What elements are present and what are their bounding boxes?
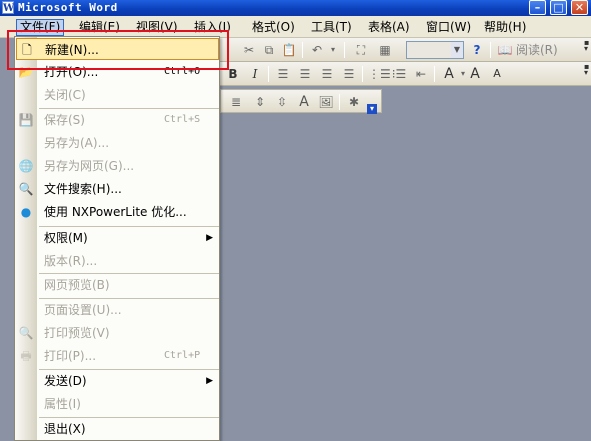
insert-picture-icon[interactable]: 🖼: [317, 94, 335, 110]
save-icon: 💾: [18, 113, 34, 127]
align-center-icon[interactable]: ☰: [296, 66, 314, 82]
menu-item-label: 文件搜索(H)...: [44, 182, 122, 196]
menu-item-close[interactable]: 关闭(C): [16, 84, 219, 106]
menu-window[interactable]: 窗口(W): [423, 19, 474, 36]
toolbar-options-icon[interactable]: ▪ ▾: [584, 39, 590, 60]
print-preview-icon: 🔍: [18, 326, 34, 340]
minimize-button[interactable]: –: [529, 0, 546, 15]
formatting-toolbar: B I ☰ ☰ ☰ ☰ ⋮☰ ⁝☰ ⇤ A ▾ A A ▪ ▾: [220, 62, 591, 86]
insert-table-icon[interactable]: ▦: [376, 42, 394, 58]
menu-item-label: 保存(S): [44, 113, 85, 127]
title-bar: W Microsoft Word – □ ✕: [0, 0, 591, 16]
grow-font-icon[interactable]: A: [466, 66, 484, 82]
menu-item-save-as-web[interactable]: 🌐 另存为网页(G)...: [16, 155, 219, 177]
menu-item-shortcut: Ctrl+P: [164, 350, 201, 361]
menu-item-exit[interactable]: 退出(X): [16, 418, 219, 440]
spacing-icon[interactable]: ⇳: [273, 94, 291, 110]
chevron-down-icon[interactable]: ▼: [451, 42, 463, 58]
menu-item-label: 打印预览(V): [44, 326, 110, 340]
shrink-font-icon[interactable]: A: [488, 66, 506, 82]
copy-icon[interactable]: ⧉: [260, 42, 278, 58]
zoom-combo[interactable]: ▼: [406, 41, 464, 59]
menu-item-properties[interactable]: 属性(I): [16, 393, 219, 415]
numbering-icon[interactable]: ⋮☰: [368, 66, 391, 82]
menu-item-send[interactable]: 发送(D) ▶: [16, 370, 219, 392]
toolbar-separator: [362, 66, 363, 82]
standard-toolbar: ✂ ⧉ 📋 ↶ ▾ ⛶ ▦ ▼ ? 📖 阅读(R) ▪ ▾: [220, 38, 591, 62]
menu-item-save[interactable]: 💾 保存(S) Ctrl+S: [16, 109, 219, 131]
menu-item-shortcut: Ctrl+S: [164, 114, 201, 125]
clip-art-icon[interactable]: ✱: [345, 94, 363, 110]
align-middle-icon[interactable]: ⇕: [251, 94, 269, 110]
distribute-icon[interactable]: ≣: [227, 94, 245, 110]
menu-help[interactable]: 帮助(H): [481, 19, 529, 36]
toolbar-separator: [344, 42, 345, 58]
menu-item-label: 发送(D): [44, 374, 87, 388]
read-mode-icon[interactable]: 📖: [496, 42, 514, 58]
draw-text-icon[interactable]: A: [295, 94, 313, 110]
drawing-icon[interactable]: ⛶: [352, 42, 370, 58]
decrease-indent-icon[interactable]: ⇤: [412, 66, 430, 82]
toolbar-separator: [339, 94, 340, 110]
window-title: Microsoft Word: [18, 1, 118, 14]
menu-format[interactable]: 格式(O): [249, 19, 298, 36]
menu-item-file-search[interactable]: 🔍 文件搜索(H)...: [16, 178, 219, 200]
menu-item-web-preview[interactable]: 网页预览(B): [16, 274, 219, 296]
menu-table[interactable]: 表格(A): [365, 19, 413, 36]
align-left-icon[interactable]: ☰: [274, 66, 292, 82]
toolbar-separator: [490, 42, 491, 58]
menu-item-label: 另存为网页(G)...: [44, 159, 135, 173]
toolbar-options-icon[interactable]: ▾: [367, 104, 377, 114]
annotation-highlight-box: [7, 30, 229, 70]
cut-icon[interactable]: ✂: [240, 42, 258, 58]
menu-item-label: 页面设置(U)...: [44, 303, 122, 317]
menu-item-label: 使用 NXPowerLite 优化...: [44, 205, 187, 219]
toolbar-options-icon[interactable]: ▪ ▾: [584, 63, 590, 84]
toolbar-separator: [268, 66, 269, 82]
save-as-web-icon: 🌐: [18, 159, 34, 173]
menu-item-print[interactable]: 🖶 打印(P)... Ctrl+P: [16, 345, 219, 367]
close-button[interactable]: ✕: [571, 0, 588, 15]
file-menu: 🗋 新建(N)... 📂 打开(O)... Ctrl+O 关闭(C) 💾 保存(…: [14, 36, 220, 441]
menu-item-label: 关闭(C): [44, 88, 86, 102]
menu-item-label: 退出(X): [44, 422, 86, 436]
file-search-icon: 🔍: [18, 182, 34, 196]
menu-item-page-setup[interactable]: 页面设置(U)...: [16, 299, 219, 321]
help-icon[interactable]: ?: [468, 42, 486, 58]
menu-item-label: 属性(I): [44, 397, 81, 411]
menu-item-label: 打印(P)...: [44, 349, 97, 363]
menu-item-print-preview[interactable]: 🔍 打印预览(V): [16, 322, 219, 344]
italic-icon[interactable]: I: [246, 66, 264, 82]
word-app-icon[interactable]: W: [2, 1, 14, 14]
menu-item-nxpowerlite[interactable]: ● 使用 NXPowerLite 优化...: [16, 201, 219, 223]
menu-item-permission[interactable]: 权限(M) ▶: [16, 227, 219, 249]
justify-icon[interactable]: ☰: [340, 66, 358, 82]
menu-item-label: 另存为(A)...: [44, 136, 110, 150]
undo-dropdown-icon[interactable]: ▾: [324, 42, 342, 58]
submenu-arrow-icon: ▶: [206, 233, 213, 243]
menu-item-label: 网页预览(B): [44, 278, 110, 292]
toolbar-separator: [434, 66, 435, 82]
print-icon: 🖶: [20, 349, 32, 363]
nxpowerlite-icon: ●: [20, 205, 32, 219]
menu-item-save-as[interactable]: 另存为(A)...: [16, 132, 219, 154]
align-right-icon[interactable]: ☰: [318, 66, 336, 82]
paste-icon[interactable]: 📋: [280, 42, 298, 58]
menu-item-versions[interactable]: 版本(R)...: [16, 250, 219, 272]
drawing-toolbar: ≣ ⇕ ⇳ A 🖼 ✱ ▾: [220, 89, 382, 114]
toolbar-separator: [302, 42, 303, 58]
maximize-button[interactable]: □: [550, 0, 567, 15]
menu-item-label: 版本(R)...: [44, 254, 98, 268]
read-mode-label[interactable]: 阅读(R): [516, 42, 558, 58]
menu-item-label: 权限(M): [44, 231, 88, 245]
menu-tools[interactable]: 工具(T): [308, 19, 355, 36]
drawing-toolbar-area: ≣ ⇕ ⇳ A 🖼 ✱ ▾: [220, 86, 591, 114]
bullets-icon[interactable]: ⁝☰: [390, 66, 408, 82]
submenu-arrow-icon: ▶: [206, 376, 213, 386]
